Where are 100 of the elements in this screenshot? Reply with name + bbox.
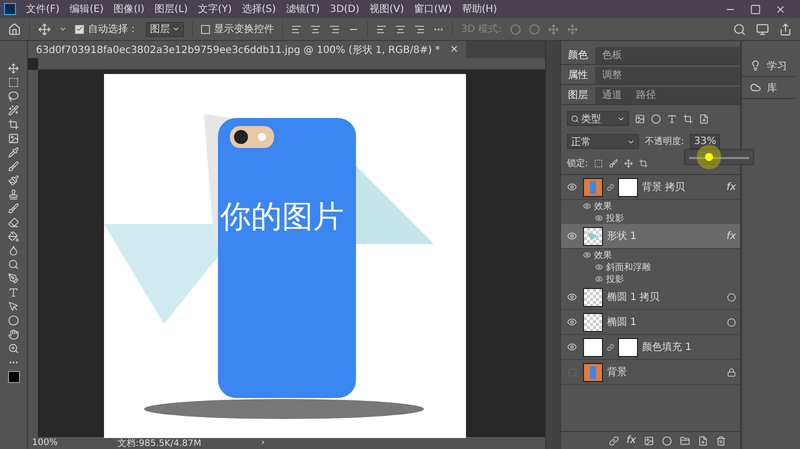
- eye-icon[interactable]: [595, 214, 603, 222]
- layer-row[interactable]: 背景: [561, 360, 740, 385]
- zoom-level[interactable]: 100%: [32, 438, 58, 448]
- wand-tool-icon[interactable]: [8, 105, 19, 116]
- align-bottom-icon[interactable]: [414, 24, 425, 34]
- panel-tab[interactable]: 路径: [629, 86, 663, 104]
- menu-item[interactable]: 帮助(H): [462, 2, 498, 16]
- align-middle-icon[interactable]: [395, 24, 406, 34]
- path-select-icon[interactable]: [8, 301, 19, 312]
- panel-tab[interactable]: 属性: [561, 66, 595, 84]
- home-icon[interactable]: [8, 22, 21, 36]
- effect-label[interactable]: 效果: [594, 248, 612, 262]
- effect-label[interactable]: 投影: [606, 212, 624, 224]
- new-layer-icon[interactable]: [698, 436, 708, 446]
- menu-item[interactable]: 文字(Y): [198, 2, 232, 16]
- blend-mode-dropdown[interactable]: 正常: [567, 134, 639, 149]
- menu-item[interactable]: 视图(V): [369, 2, 404, 16]
- effect-label[interactable]: 效果: [594, 200, 612, 212]
- workspace-icon[interactable]: [756, 22, 769, 36]
- eye-icon[interactable]: [583, 202, 591, 210]
- caret-icon[interactable]: [172, 25, 180, 33]
- marquee-tool-icon[interactable]: [8, 77, 19, 88]
- layer-row[interactable]: 背景 拷贝 fx: [561, 175, 740, 200]
- menu-item[interactable]: 窗口(W): [414, 2, 452, 16]
- blur-tool-icon[interactable]: [8, 245, 19, 256]
- lock-pixels-icon[interactable]: [594, 159, 604, 168]
- eye-icon[interactable]: [567, 231, 577, 241]
- brush-tool-icon[interactable]: [8, 175, 19, 186]
- healing-brush-icon[interactable]: [8, 161, 19, 172]
- app-logo[interactable]: [4, 3, 16, 15]
- show-transform-checkbox[interactable]: [201, 24, 210, 34]
- eyedropper-tool-icon[interactable]: [8, 147, 19, 158]
- panel-tab[interactable]: 色板: [595, 46, 629, 64]
- history-brush-icon[interactable]: [8, 203, 19, 214]
- link-icon[interactable]: [607, 184, 614, 190]
- layer-row[interactable]: 颜色填充 1: [561, 335, 740, 360]
- move-tool-icon[interactable]: [38, 22, 51, 36]
- menu-item[interactable]: 编辑(E): [70, 2, 104, 16]
- menu-item[interactable]: 选择(S): [242, 2, 276, 16]
- panel-tab[interactable]: 图层: [561, 86, 595, 104]
- search-icon[interactable]: [733, 22, 746, 36]
- panel-tab[interactable]: 通道: [595, 86, 629, 104]
- menu-item[interactable]: 图像(I): [114, 2, 144, 16]
- frame-tool-icon[interactable]: [8, 133, 19, 144]
- align-right-icon[interactable]: [329, 24, 340, 34]
- foreground-color[interactable]: [8, 371, 20, 383]
- eye-icon[interactable]: [567, 292, 577, 302]
- eye-icon[interactable]: [567, 342, 577, 352]
- effect-label[interactable]: 斜面和浮雕: [606, 260, 651, 274]
- hand-tool-icon[interactable]: [8, 329, 19, 340]
- move-tool-icon[interactable]: [8, 63, 19, 74]
- pixel-filter-icon[interactable]: [635, 114, 645, 124]
- layer-row[interactable]: 椭圆 1: [561, 310, 740, 335]
- maximize-icon[interactable]: [750, 4, 761, 14]
- align-center-icon[interactable]: [310, 24, 321, 34]
- layer-row[interactable]: 形状 1 fx: [561, 224, 740, 249]
- caret-icon[interactable]: [59, 25, 67, 33]
- lasso-tool-icon[interactable]: [8, 91, 19, 102]
- slider-thumb[interactable]: [704, 153, 713, 161]
- eye-icon[interactable]: [595, 275, 603, 283]
- eye-icon[interactable]: [595, 263, 603, 271]
- menu-item[interactable]: 图层(L): [154, 2, 188, 16]
- type-tool-icon[interactable]: [8, 287, 19, 298]
- crop-tool-icon[interactable]: [8, 119, 19, 130]
- menu-item[interactable]: 文件(F): [26, 2, 60, 16]
- link-layers-icon[interactable]: [608, 436, 619, 446]
- zoom-tool-icon[interactable]: [8, 343, 19, 354]
- panel-tab[interactable]: 调整: [595, 66, 629, 84]
- menu-item[interactable]: 滤镜(T): [286, 2, 320, 16]
- stamp-tool-icon[interactable]: [8, 189, 19, 200]
- lock-icon[interactable]: [727, 368, 736, 376]
- eye-icon[interactable]: [567, 317, 577, 327]
- type-filter-icon[interactable]: [667, 114, 677, 124]
- ellipse-tool-icon[interactable]: [8, 315, 19, 326]
- auto-select-checkbox[interactable]: [75, 24, 84, 34]
- eraser-tool-icon[interactable]: [8, 217, 19, 228]
- effect-label[interactable]: 投影: [606, 272, 624, 286]
- delete-icon[interactable]: [716, 436, 726, 446]
- lock-position-icon[interactable]: [624, 159, 634, 168]
- status-arrow[interactable]: ›: [261, 438, 265, 448]
- tab-close[interactable]: ×: [450, 44, 458, 55]
- mask-icon[interactable]: [644, 436, 654, 446]
- lock-artboard-icon[interactable]: [639, 159, 648, 168]
- layer-row[interactable]: 椭圆 1 拷贝: [561, 285, 740, 310]
- filter-dropdown[interactable]: 类型: [567, 111, 629, 126]
- opacity-field[interactable]: 33%: [690, 134, 720, 149]
- link-icon[interactable]: [607, 344, 614, 350]
- panel-tab[interactable]: 颜色: [561, 46, 595, 64]
- menu-item[interactable]: 3D(D): [330, 4, 360, 14]
- pen-tool-icon[interactable]: [8, 273, 19, 284]
- group-icon[interactable]: [680, 436, 690, 446]
- target-dropdown[interactable]: 图层: [146, 22, 184, 36]
- eye-icon[interactable]: [567, 182, 577, 192]
- share-icon[interactable]: [779, 22, 792, 36]
- side-panel-button[interactable]: 学习: [742, 55, 795, 77]
- align-top-icon[interactable]: [376, 24, 387, 34]
- lock-paint-icon[interactable]: [609, 159, 618, 168]
- bucket-tool-icon[interactable]: [8, 231, 19, 242]
- align-left-icon[interactable]: [291, 24, 302, 34]
- shape-filter-icon[interactable]: [683, 114, 693, 124]
